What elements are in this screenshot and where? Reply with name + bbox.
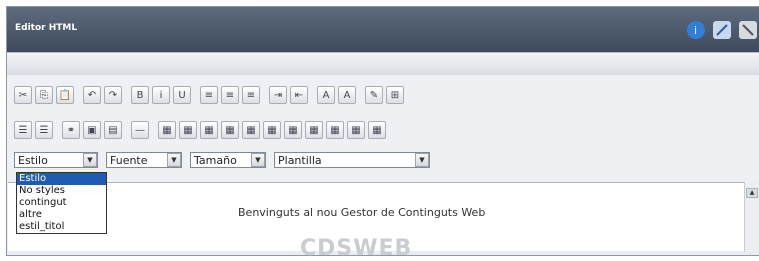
copy-icon[interactable]: ⎘ [35,86,53,104]
outdent-icon[interactable]: ⇤ [290,86,308,104]
size-select-value: Tamaño [194,153,237,167]
indent-icon[interactable]: ⇥ [269,86,287,104]
table-row-props-icon[interactable]: ▦ [347,121,365,139]
redo-icon[interactable]: ↷ [104,86,122,104]
merge-cells-icon[interactable]: ▦ [305,121,323,139]
style-option[interactable]: estil_titol [17,221,106,233]
align-left-icon[interactable]: ≡ [200,86,218,104]
cell-props-icon[interactable]: ▦ [200,121,218,139]
chevron-down-icon[interactable]: ▼ [251,153,265,167]
template-select-value: Plantilla [278,153,322,167]
horizontal-rule-icon[interactable]: — [131,121,149,139]
style-dropdown-list: Estilo No styles contingut altre estil_titol [16,172,107,234]
size-select[interactable]: Tamaño ▼ [190,152,266,168]
font-select[interactable]: Fuente ▼ [106,152,182,168]
underline-icon[interactable]: U [173,86,191,104]
insert-column-icon[interactable]: ▦ [242,121,260,139]
format-selects: Estilo ▼ Fuente ▼ Tamaño ▼ Plantilla ▼ [14,152,430,170]
undo-icon[interactable]: ↶ [83,86,101,104]
info-icon[interactable]: i [687,21,705,39]
numbered-list-icon[interactable]: ☰ [14,121,32,139]
table-border-icon[interactable]: ⊞ [386,86,404,104]
font-color-icon[interactable]: A [317,86,335,104]
template-select[interactable]: Plantilla ▼ [274,152,430,168]
font-select-value: Fuente [110,153,148,167]
edit-icon[interactable] [713,21,731,39]
window-title: Editor HTML [15,23,78,33]
media-icon[interactable]: ▤ [104,121,122,139]
close-icon[interactable] [739,21,757,39]
title-bar: Editor HTML i [7,7,759,52]
style-select-value: Estilo [18,153,48,167]
style-option[interactable]: contingut [17,197,106,209]
source-edit-icon[interactable]: ✎ [365,86,383,104]
italic-icon[interactable]: i [152,86,170,104]
toolbar-row-1: ✂ ⎘ 📋 ↶ ↷ Bi U ≡ ≡ ≡ ⇥ ⇤ A A ✎ ⊞ [14,85,407,105]
style-option[interactable]: No styles [17,185,106,197]
menu-bar [7,52,759,76]
style-select[interactable]: Estilo ▼ [14,152,98,168]
paste-icon[interactable]: 📋 [56,86,74,104]
style-option[interactable]: altre [17,209,106,221]
align-center-icon[interactable]: ≡ [221,86,239,104]
scroll-up-arrow-icon[interactable]: ▲ [746,188,758,198]
link-icon[interactable]: ⚭ [62,121,80,139]
chevron-down-icon[interactable]: ▼ [167,153,181,167]
welcome-text: Benvinguts al nou Gestor de Continguts W… [238,206,486,219]
image-icon[interactable]: ▣ [83,121,101,139]
chevron-down-icon[interactable]: ▼ [415,153,429,167]
insert-row-icon[interactable]: ▦ [221,121,239,139]
align-right-icon[interactable]: ≡ [242,86,260,104]
cut-icon[interactable]: ✂ [14,86,32,104]
table-cell-align-icon[interactable]: ▦ [368,121,386,139]
insert-table-icon[interactable]: ▦ [158,121,176,139]
highlight-icon[interactable]: A [338,86,356,104]
delete-column-icon[interactable]: ▦ [284,121,302,139]
table-props-icon[interactable]: ▦ [179,121,197,139]
delete-row-icon[interactable]: ▦ [263,121,281,139]
split-cells-icon[interactable]: ▦ [326,121,344,139]
style-option[interactable]: Estilo [17,173,106,185]
bullet-list-icon[interactable]: ☰ [35,121,53,139]
svg-text:i: i [694,24,697,37]
toolbar-row-2: ☰ ☰ ⚭ ▣ ▤ — ▦ ▦ ▦ ▦ ▦ ▦ ▦ ▦ ▦ ▦ ▦ [14,120,389,140]
site-logo: CDSWEB [300,236,413,261]
chevron-down-icon[interactable]: ▼ [83,153,97,167]
bold-icon[interactable]: B [131,86,149,104]
